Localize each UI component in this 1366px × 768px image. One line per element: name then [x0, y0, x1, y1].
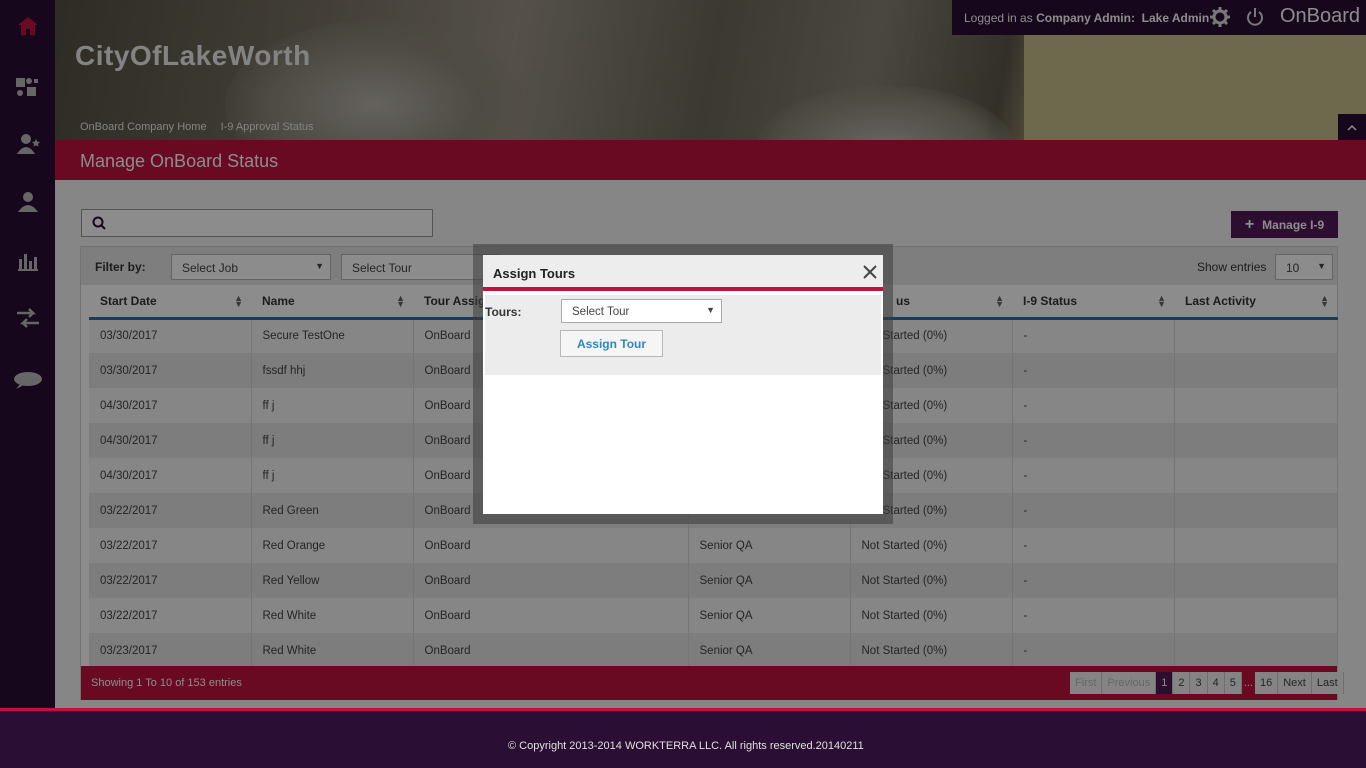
dropdown-arrow-icon: ▼: [706, 305, 715, 315]
tours-select[interactable]: Select Tour ▼: [561, 299, 722, 323]
dialog-body: Tours: Select Tour ▼ Assign Tour: [485, 295, 881, 375]
tours-label: Tours:: [485, 305, 522, 319]
dialog-title: Assign Tours: [493, 266, 576, 281]
copyright-text: © Copyright 2013-2014 WORKTERRA LLC. All…: [508, 740, 864, 752]
assign-tours-dialog: Assign Tours Tours: Select Tour ▼ Assign …: [483, 255, 883, 514]
close-icon[interactable]: [862, 264, 878, 283]
footer: © Copyright 2013-2014 WORKTERRA LLC. All…: [0, 708, 1366, 768]
assign-tour-button[interactable]: Assign Tour: [560, 330, 663, 357]
dialog-header: Assign Tours: [483, 255, 883, 291]
